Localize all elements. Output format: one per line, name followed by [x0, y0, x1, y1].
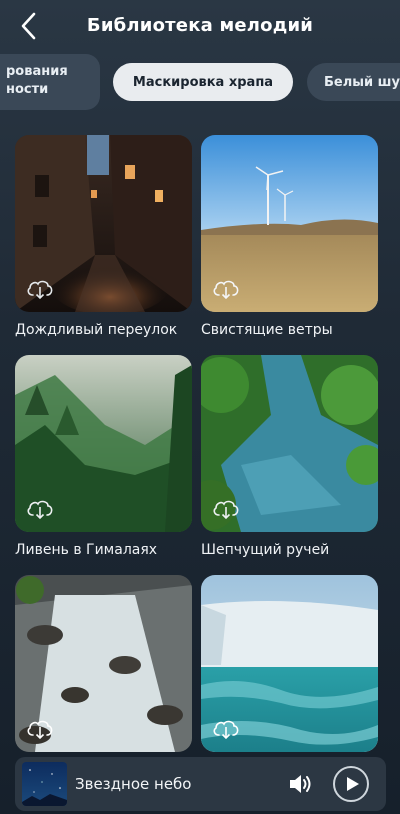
- sound-card[interactable]: Ливень в Гималаях: [15, 355, 192, 558]
- sound-image: [201, 575, 378, 752]
- play-icon: [347, 777, 359, 791]
- header: Библиотека мелодий: [0, 0, 400, 52]
- mini-player[interactable]: Звездное небо: [15, 757, 386, 811]
- play-button[interactable]: [333, 766, 369, 802]
- volume-button[interactable]: [287, 771, 315, 797]
- sound-image: [15, 135, 192, 312]
- tab-label: Маскировка храпа: [132, 74, 274, 90]
- cloud-download-icon[interactable]: [211, 716, 241, 740]
- tab-snore-masking[interactable]: Маскировка храпа: [113, 63, 293, 101]
- cloud-download-icon[interactable]: [25, 276, 55, 300]
- sound-image: [15, 575, 192, 752]
- cloud-download-icon[interactable]: [25, 716, 55, 740]
- player-thumbnail: [22, 762, 67, 806]
- tab-label: рования ности: [6, 64, 68, 97]
- sound-image: [201, 135, 378, 312]
- cloud-download-icon[interactable]: [211, 496, 241, 520]
- tab-label: Белый шум: [324, 74, 400, 90]
- sound-title: Дождливый переулок: [15, 322, 178, 338]
- page-title: Библиотека мелодий: [86, 15, 314, 36]
- sound-image: [15, 355, 192, 532]
- sound-card[interactable]: Свистящие ветры: [201, 135, 378, 338]
- sound-card[interactable]: [201, 575, 378, 752]
- sound-card[interactable]: Шепчущий ручей: [201, 355, 378, 558]
- sound-image: [201, 355, 378, 532]
- sound-title: Ливень в Гималаях: [15, 542, 158, 558]
- tab-white-noise[interactable]: Белый шум: [307, 63, 400, 101]
- category-tabs: рования ности Маскировка храпа Белый шум: [0, 54, 400, 110]
- cloud-download-icon[interactable]: [211, 276, 241, 300]
- player-title: Звездное небо: [75, 775, 192, 793]
- sound-title: Свистящие ветры: [201, 322, 333, 338]
- tab-partial-left[interactable]: рования ности: [0, 54, 100, 110]
- sound-title: Шепчущий ручей: [201, 542, 330, 558]
- sound-card[interactable]: [15, 575, 192, 752]
- sound-card[interactable]: Дождливый переулок: [15, 135, 192, 338]
- volume-icon: [290, 775, 311, 793]
- cloud-download-icon[interactable]: [25, 496, 55, 520]
